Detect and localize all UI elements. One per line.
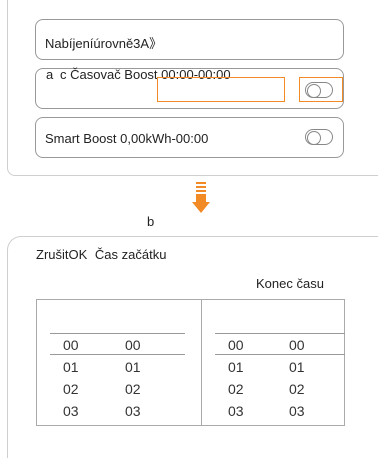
start-hour-option[interactable]: 02 — [63, 381, 79, 397]
start-hour-option[interactable]: 03 — [63, 403, 79, 419]
end-minute-option[interactable]: 01 — [289, 359, 305, 375]
end-selection-line-bottom — [215, 354, 345, 355]
charging-level-label: Nabíjeníúrovně3A》 — [45, 36, 163, 51]
start-selection-line-top — [50, 333, 185, 334]
end-hour-option[interactable]: 03 — [228, 403, 244, 419]
end-minute-option[interactable]: 03 — [289, 403, 305, 419]
end-hour-option[interactable]: 01 — [228, 359, 244, 375]
start-hour-selected[interactable]: 00 — [63, 337, 79, 353]
end-hour-selected[interactable]: 00 — [228, 337, 244, 353]
end-selection-line-top — [215, 333, 345, 334]
boost-timer-toggle[interactable] — [305, 82, 333, 98]
smart-boost-label: Smart Boost 0,00kWh-00:00 — [45, 131, 209, 146]
end-minute-option[interactable]: 02 — [289, 381, 305, 397]
cancel-ok-button[interactable]: ZrušitOK — [36, 247, 87, 262]
start-minute-option[interactable]: 03 — [125, 403, 141, 419]
start-minute-option[interactable]: 01 — [125, 359, 141, 375]
picker-header: ZrušitOK Čas začátku — [36, 247, 166, 262]
start-hour-option[interactable]: 01 — [63, 359, 79, 375]
end-time-label: Konec času — [256, 276, 324, 291]
start-time-label: Čas začátku — [94, 247, 167, 262]
charging-level-row[interactable]: Nabíjeníúrovně3A》 — [35, 19, 344, 60]
step-label-b: b — [147, 214, 155, 229]
smart-boost-toggle[interactable] — [305, 129, 333, 145]
step-label-a: a — [46, 67, 54, 82]
arrow-down-icon — [192, 182, 210, 218]
end-hour-option[interactable]: 02 — [228, 381, 244, 397]
end-minute-selected[interactable]: 00 — [289, 337, 305, 353]
start-minute-selected[interactable]: 00 — [125, 337, 141, 353]
picker-divider — [201, 299, 202, 426]
boost-timer-highlight — [157, 77, 285, 102]
smart-boost-row[interactable]: Smart Boost 0,00kWh-00:00 — [35, 117, 344, 158]
start-selection-line-bottom — [50, 354, 185, 355]
start-minute-option[interactable]: 02 — [125, 381, 141, 397]
